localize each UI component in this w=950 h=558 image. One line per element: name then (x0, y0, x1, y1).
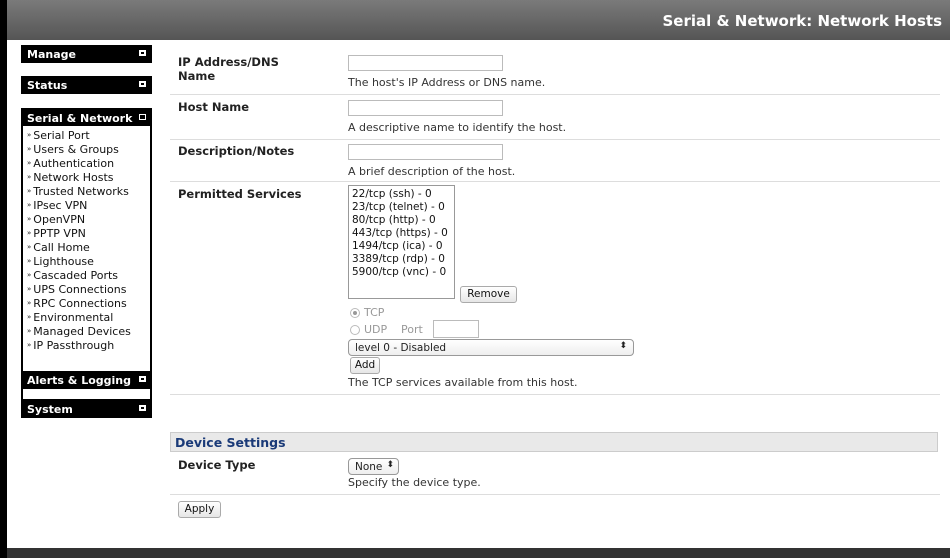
device-type-value: None (355, 461, 383, 473)
sidebar-item-trusted-networks[interactable]: » Trusted Networks (27, 185, 129, 198)
sidebar-item-network-hosts[interactable]: » Network Hosts (27, 171, 114, 184)
remove-button[interactable]: Remove (460, 286, 517, 303)
collapse-icon[interactable] (139, 81, 146, 87)
device-settings-header: Device Settings (170, 432, 938, 452)
bullet-icon: » (27, 299, 32, 307)
row-divider (170, 94, 940, 95)
tcp-radio[interactable] (350, 308, 360, 318)
service-option[interactable]: 443/tcp (https) - 0 (352, 227, 448, 239)
bullet-icon: » (27, 271, 32, 279)
sidebar-item-environmental[interactable]: » Environmental (27, 311, 113, 324)
device-type-select[interactable]: None ⬍ (348, 458, 399, 475)
service-option[interactable]: 80/tcp (http) - 0 (352, 214, 436, 226)
sidebar-item-rpc-connections[interactable]: » RPC Connections (27, 297, 127, 310)
sidebar-item-ip-passthrough[interactable]: » IP Passthrough (27, 339, 114, 352)
sidebar-section-serial-network: Serial & Network » Serial Port » Users & G… (21, 108, 152, 401)
bullet-icon: » (27, 173, 32, 181)
device-settings-title: Device Settings (175, 435, 286, 450)
device-type-label: Device Type (178, 458, 256, 472)
host-name-input[interactable] (348, 100, 503, 116)
permitted-services-label: Permitted Services (178, 187, 302, 201)
ip-address-hint: The host's IP Address or DNS name. (348, 76, 546, 89)
bullet-icon: » (27, 327, 32, 335)
description-label: Description/Notes (178, 144, 295, 158)
row-divider (170, 494, 940, 495)
bottom-edge (7, 548, 950, 558)
sidebar-section-manage[interactable]: Manage (21, 45, 152, 63)
sidebar-menu-list: » Serial Port » Users & Groups » Authentica… (23, 126, 150, 399)
port-label: Port (401, 323, 423, 336)
service-option[interactable]: 3389/tcp (rdp) - 0 (352, 253, 445, 265)
tcp-label: TCP (364, 306, 385, 319)
ip-address-input[interactable] (348, 55, 503, 71)
service-option[interactable]: 1494/tcp (ica) - 0 (352, 240, 443, 252)
apply-button[interactable]: Apply (178, 501, 221, 518)
level-select[interactable]: level 0 - Disabled ⬍ (348, 339, 634, 356)
collapse-icon[interactable] (139, 376, 146, 382)
description-hint: A brief description of the host. (348, 165, 516, 178)
collapse-icon[interactable] (139, 405, 146, 411)
bullet-icon: » (27, 145, 32, 153)
bullet-icon: » (27, 187, 32, 195)
sidebar-section-label: Serial & Network (27, 112, 133, 125)
sidebar-item-lighthouse[interactable]: » Lighthouse (27, 255, 94, 268)
ip-address-label: IP Address/DNS (178, 55, 279, 69)
bullet-icon: » (27, 201, 32, 209)
service-option[interactable]: 5900/tcp (vnc) - 0 (352, 266, 446, 278)
add-button[interactable]: Add (350, 357, 380, 374)
sidebar-section-label: Manage (27, 48, 76, 61)
sidebar-section-alerts-logging[interactable]: Alerts & Logging (21, 371, 152, 389)
service-option[interactable]: 22/tcp (ssh) - 0 (352, 188, 432, 200)
sidebar-item-managed-devices[interactable]: » Managed Devices (27, 325, 131, 338)
sidebar-item-ipsec-vpn[interactable]: » IPsec VPN (27, 199, 87, 212)
row-divider (170, 394, 940, 395)
left-edge (0, 0, 7, 558)
description-input[interactable] (348, 144, 503, 160)
service-option[interactable]: 23/tcp (telnet) - 0 (352, 201, 445, 213)
bullet-icon: » (27, 229, 32, 237)
row-divider (170, 139, 940, 140)
host-name-hint: A descriptive name to identify the host. (348, 121, 567, 134)
select-arrows-icon: ⬍ (386, 460, 394, 470)
sidebar-item-users-groups[interactable]: » Users & Groups (27, 143, 119, 156)
services-hint: The TCP services available from this hos… (348, 376, 578, 389)
bullet-icon: » (27, 215, 32, 223)
udp-radio[interactable] (350, 325, 360, 335)
port-input[interactable] (433, 320, 479, 338)
bullet-icon: » (27, 159, 32, 167)
bullet-icon: » (27, 257, 32, 265)
sidebar-item-call-home[interactable]: » Call Home (27, 241, 90, 254)
sidebar-section-label: System (27, 403, 73, 416)
app-frame: Serial & Network: Network Hosts Manage S… (0, 0, 950, 558)
sidebar-item-serial-port[interactable]: » Serial Port (27, 129, 90, 142)
services-listbox[interactable]: 22/tcp (ssh) - 0 23/tcp (telnet) - 0 80/… (348, 185, 455, 299)
sidebar-item-ups-connections[interactable]: » UPS Connections (27, 283, 126, 296)
bullet-icon: » (27, 131, 32, 139)
sidebar-item-openvpn[interactable]: » OpenVPN (27, 213, 85, 226)
collapse-icon[interactable] (139, 50, 146, 56)
sidebar-section-label: Status (27, 79, 68, 92)
bullet-icon: » (27, 341, 32, 349)
bullet-icon: » (27, 313, 32, 321)
sidebar-section-header[interactable]: Serial & Network (21, 108, 152, 126)
ip-address-label-line2: Name (178, 69, 216, 83)
page-header: Serial & Network: Network Hosts (7, 0, 950, 40)
host-name-label: Host Name (178, 100, 250, 114)
bullet-icon: » (27, 285, 32, 293)
collapse-icon[interactable] (139, 114, 146, 120)
level-select-value: level 0 - Disabled (355, 342, 447, 354)
sidebar-item-cascaded-ports[interactable]: » Cascaded Ports (27, 269, 118, 282)
sidebar-section-system[interactable]: System (21, 400, 152, 418)
bullet-icon: » (27, 243, 32, 251)
page-title: Serial & Network: Network Hosts (662, 12, 943, 30)
udp-label: UDP (364, 323, 388, 336)
sidebar-section-label: Alerts & Logging (27, 374, 132, 387)
row-divider (170, 181, 940, 182)
sidebar-item-pptp-vpn[interactable]: » PPTP VPN (27, 227, 86, 240)
device-type-hint: Specify the device type. (348, 476, 481, 489)
sidebar-item-authentication[interactable]: » Authentication (27, 157, 114, 170)
sidebar-section-status[interactable]: Status (21, 76, 152, 94)
select-arrows-icon: ⬍ (619, 341, 627, 351)
